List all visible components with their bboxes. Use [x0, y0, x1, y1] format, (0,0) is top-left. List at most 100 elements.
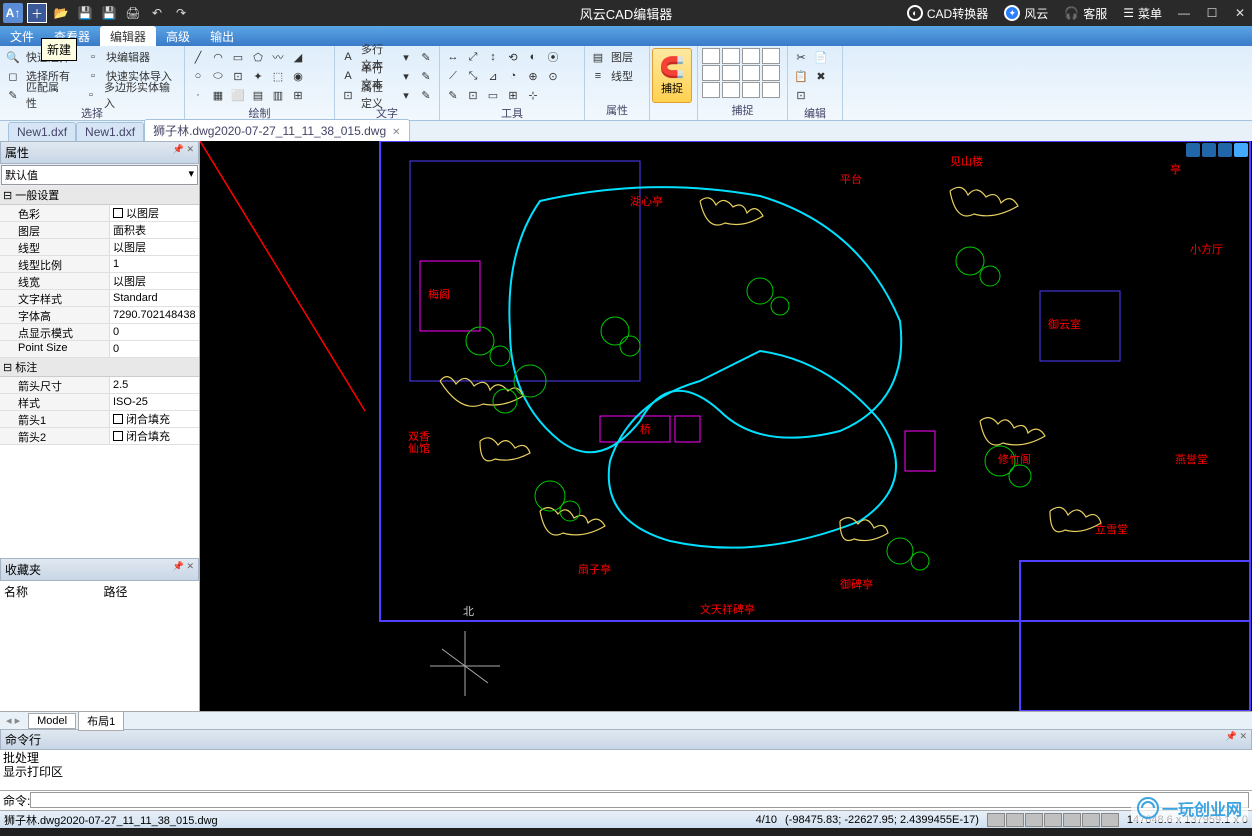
dim-tool6[interactable]: ⦿ — [544, 48, 562, 66]
poly-import-button[interactable]: 多边形实体输入 — [102, 86, 180, 104]
tool16[interactable]: ▤ — [249, 86, 267, 104]
dim-tool15[interactable]: ▭ — [484, 86, 502, 104]
property-row[interactable]: 文字样式Standard — [0, 290, 199, 307]
tool12[interactable]: ◉ — [289, 67, 307, 85]
props-combo[interactable]: 默认值▾ — [1, 165, 198, 185]
section-general[interactable]: ⊟一般设置 — [0, 186, 199, 205]
arc-tool[interactable]: ◠ — [209, 48, 227, 66]
point-tool[interactable]: · — [189, 86, 207, 104]
dim-tool10[interactable]: ◔ — [504, 67, 522, 85]
edit-cut[interactable]: ✂ — [792, 48, 810, 66]
snap-opt9[interactable] — [702, 82, 720, 98]
dim-tool3[interactable]: ↕ — [484, 48, 502, 66]
match-props-button[interactable]: 匹配属性 — [24, 86, 70, 104]
fengyun-button[interactable]: ✦风云 — [1000, 3, 1052, 24]
dim-tool8[interactable]: ⤡ — [464, 67, 482, 85]
tool17[interactable]: ▥ — [269, 86, 287, 104]
dim-tool17[interactable]: ⊹ — [524, 86, 542, 104]
cad-converter-button[interactable]: ◐CAD转换器 — [903, 3, 992, 24]
dim-tool5[interactable]: ◐ — [524, 48, 542, 66]
status-btn1[interactable] — [987, 813, 1005, 827]
layout-tab[interactable]: 布局1 — [78, 711, 124, 731]
dim-tool13[interactable]: ✎ — [444, 86, 462, 104]
tool9[interactable]: ⊡ — [229, 67, 247, 85]
dim-tool12[interactable]: ⊙ — [544, 67, 562, 85]
ellipse-tool[interactable]: ⬭ — [209, 67, 227, 85]
snap-opt2[interactable] — [722, 48, 740, 64]
snap-opt10[interactable] — [722, 82, 740, 98]
model-tab[interactable]: Model — [28, 713, 76, 729]
edit-paste[interactable]: 📋 — [792, 67, 810, 85]
pin-icon[interactable]: 📌 ✕ — [173, 561, 194, 578]
tool10[interactable]: ✦ — [249, 67, 267, 85]
property-row[interactable]: 点显示模式0 — [0, 324, 199, 341]
line-tool[interactable]: ╱ — [189, 48, 207, 66]
edit-del[interactable]: ✖ — [812, 67, 830, 85]
close-tab-icon[interactable]: ✕ — [392, 127, 400, 138]
pin-icon[interactable]: 📌 ✕ — [1226, 731, 1247, 748]
status-btn4[interactable] — [1044, 813, 1062, 827]
edit-5[interactable]: ⊡ — [792, 86, 810, 104]
menu-output[interactable]: 输出 — [200, 26, 244, 46]
maximize-icon[interactable]: ☐ — [1202, 3, 1222, 23]
undo-icon[interactable]: ↶ — [147, 3, 167, 23]
dim-tool2[interactable]: ⤢ — [464, 48, 482, 66]
dim-tool11[interactable]: ⊕ — [524, 67, 542, 85]
menu-editor[interactable]: 编辑器 — [100, 26, 156, 46]
attr-def-button[interactable]: 属性定义 — [359, 86, 395, 104]
menu-file[interactable]: 文件 — [0, 26, 44, 46]
doc-tab-1[interactable]: New1.dxf — [8, 122, 76, 141]
circle-tool[interactable]: ○ — [189, 67, 207, 85]
property-row[interactable]: 线型以图层 — [0, 239, 199, 256]
dim-tool1[interactable]: ↔ — [444, 48, 462, 66]
menu-advanced[interactable]: 高级 — [156, 26, 200, 46]
property-row[interactable]: 色彩以图层 — [0, 205, 199, 222]
dim-tool4[interactable]: ⟲ — [504, 48, 522, 66]
redo-icon[interactable]: ↷ — [171, 3, 191, 23]
status-btn6[interactable] — [1082, 813, 1100, 827]
snap-opt6[interactable] — [722, 65, 740, 81]
saveall-icon[interactable]: 💾 — [99, 3, 119, 23]
open-icon[interactable]: 📂 — [51, 3, 71, 23]
dim-tool14[interactable]: ⊡ — [464, 86, 482, 104]
property-row[interactable]: 线宽以图层 — [0, 273, 199, 290]
status-btn7[interactable] — [1101, 813, 1119, 827]
pin-icon[interactable]: 📌 ✕ — [173, 144, 194, 161]
snap-opt12[interactable] — [762, 82, 780, 98]
property-row[interactable]: 样式ISO-25 — [0, 394, 199, 411]
layer-button[interactable]: 图层 — [609, 48, 635, 66]
snap-opt1[interactable] — [702, 48, 720, 64]
linetype-button[interactable]: 线型 — [609, 67, 635, 85]
block-editor-button[interactable]: 块编辑器 — [104, 48, 152, 66]
spline-tool[interactable]: 〰 — [269, 48, 287, 66]
service-button[interactable]: 🎧客服 — [1060, 3, 1111, 24]
property-row[interactable]: 线型比例1 — [0, 256, 199, 273]
property-row[interactable]: 箭头1闭合填充 — [0, 411, 199, 428]
property-row[interactable]: 图层面积表 — [0, 222, 199, 239]
doc-tab-3[interactable]: 狮子林.dwg2020-07-27_11_11_38_015.dwg✕ — [144, 119, 409, 141]
drawing-canvas[interactable]: 北 平台 见山楼 亭 小方厅 御云室 立雪堂 燕誉堂 修竹阁 御碑亭 文天祥碑亭… — [200, 141, 1252, 711]
snap-opt7[interactable] — [742, 65, 760, 81]
table-tool[interactable]: ⊞ — [289, 86, 307, 104]
status-btn5[interactable] — [1063, 813, 1081, 827]
dim-tool7[interactable]: ⟋ — [444, 67, 462, 85]
status-btn3[interactable] — [1025, 813, 1043, 827]
property-row[interactable]: 箭头尺寸2.5 — [0, 377, 199, 394]
rect-tool[interactable]: ▭ — [229, 48, 247, 66]
edit-copy[interactable]: 📄 — [812, 48, 830, 66]
tool6[interactable]: ◢ — [289, 48, 307, 66]
status-btn2[interactable] — [1006, 813, 1024, 827]
minimize-icon[interactable]: — — [1174, 3, 1194, 23]
menu-button[interactable]: ☰菜单 — [1119, 3, 1166, 24]
snap-opt4[interactable] — [762, 48, 780, 64]
doc-tab-2[interactable]: New1.dxf — [76, 122, 144, 141]
dim-tool16[interactable]: ⊞ — [504, 86, 522, 104]
snap-opt8[interactable] — [762, 65, 780, 81]
new-file-icon[interactable]: ＋ — [27, 3, 47, 23]
snap-opt5[interactable] — [702, 65, 720, 81]
property-row[interactable]: Point Size0 — [0, 341, 199, 358]
snap-opt11[interactable] — [742, 82, 760, 98]
hatch-tool[interactable]: ▦ — [209, 86, 227, 104]
save-icon[interactable]: 💾 — [75, 3, 95, 23]
snap-button[interactable]: 🧲 捕捉 — [652, 48, 692, 103]
